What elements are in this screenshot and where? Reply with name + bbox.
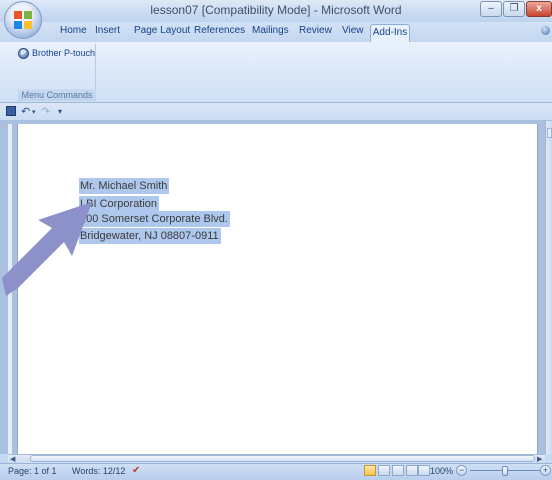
address-line-street[interactable]: 100 Somerset Corporate Blvd. xyxy=(79,211,230,227)
restore-button[interactable]: ❐ xyxy=(503,1,525,17)
tab-review[interactable]: Review xyxy=(299,25,332,36)
word-count[interactable]: Words: 12/12 xyxy=(72,466,125,476)
page-count[interactable]: Page: 1 of 1 xyxy=(8,466,57,476)
scroll-up-icon[interactable] xyxy=(547,128,552,138)
window-title: lesson07 [Compatibility Mode] - Microsof… xyxy=(150,3,402,17)
ptouch-icon: P xyxy=(18,47,29,59)
horizontal-scroll-thumb[interactable] xyxy=(30,455,535,462)
redo-icon[interactable]: ↷ xyxy=(41,105,50,118)
tab-view[interactable]: View xyxy=(342,25,364,36)
zoom-slider-thumb[interactable] xyxy=(502,466,508,476)
brother-ptouch-button[interactable]: P Brother P-touch xyxy=(18,46,95,60)
group-label: Menu Commands xyxy=(18,89,96,101)
zoom-in-icon[interactable]: + xyxy=(540,465,551,476)
draft-view-icon[interactable] xyxy=(418,465,430,476)
tab-home[interactable]: Home xyxy=(60,25,87,36)
customize-toolbar-icon[interactable]: ▾ xyxy=(58,107,62,116)
address-line-city[interactable]: Bridgewater, NJ 08807-0911 xyxy=(79,228,221,244)
pointer-arrow-icon xyxy=(2,202,92,296)
scroll-left-icon[interactable]: ◀ xyxy=(10,455,15,463)
office-logo-icon xyxy=(14,11,32,29)
tab-page-layout[interactable]: Page Layout xyxy=(134,25,190,36)
save-icon[interactable] xyxy=(6,106,16,116)
minimize-button[interactable]: – xyxy=(480,1,502,17)
vertical-scrollbar[interactable] xyxy=(545,121,552,454)
tab-insert[interactable]: Insert xyxy=(95,25,120,36)
undo-dropdown-icon[interactable]: ▾ xyxy=(32,108,36,116)
tab-add-ins[interactable]: Add-Ins xyxy=(370,24,410,42)
tab-mailings[interactable]: Mailings xyxy=(252,25,289,36)
print-layout-view-icon[interactable] xyxy=(364,465,376,476)
full-screen-reading-view-icon[interactable] xyxy=(378,465,390,476)
undo-icon[interactable]: ↶ xyxy=(21,105,30,118)
proofing-icon[interactable]: ✔ xyxy=(132,465,140,476)
scroll-right-icon[interactable]: ▶ xyxy=(537,455,542,463)
office-button[interactable] xyxy=(4,1,42,39)
help-icon[interactable] xyxy=(541,26,550,35)
tab-references[interactable]: References xyxy=(194,25,245,36)
outline-view-icon[interactable] xyxy=(406,465,418,476)
zoom-out-icon[interactable]: − xyxy=(456,465,467,476)
quick-access-toolbar xyxy=(0,103,552,121)
web-layout-view-icon[interactable] xyxy=(392,465,404,476)
close-button[interactable]: x xyxy=(526,1,552,17)
brother-ptouch-label: Brother P-touch xyxy=(32,48,96,58)
zoom-level[interactable]: 100% xyxy=(430,466,453,476)
